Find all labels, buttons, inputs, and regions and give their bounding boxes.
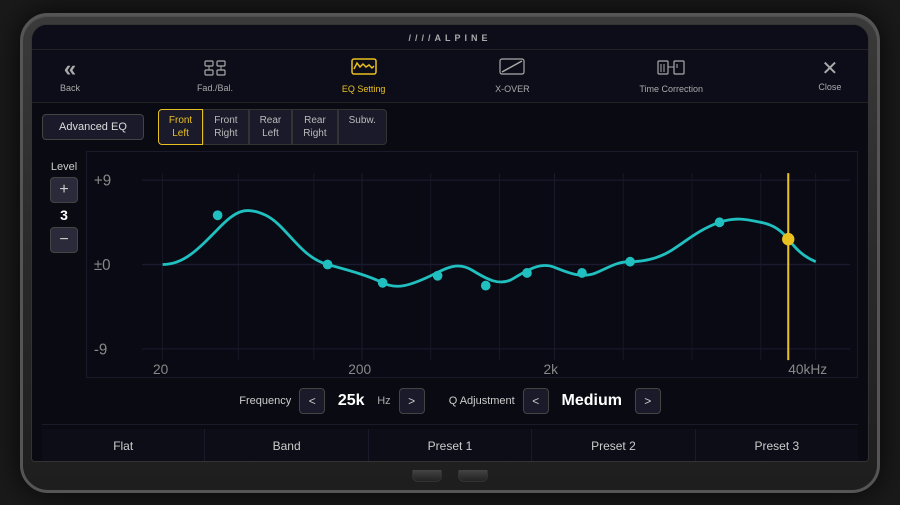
- channel-tab-rear-left[interactable]: RearLeft: [249, 109, 293, 145]
- q-value: Medium: [557, 392, 627, 410]
- nav-label-close: Close: [818, 82, 841, 92]
- svg-text:2k: 2k: [544, 361, 559, 377]
- nav-label-timecorrection: Time Correction: [639, 84, 703, 94]
- svg-text:40kHz: 40kHz: [788, 361, 827, 377]
- nav-label-back: Back: [60, 83, 80, 93]
- logo-bar: ////ALPINE: [32, 25, 868, 50]
- frequency-next-button[interactable]: >: [399, 388, 425, 414]
- level-control: Level + 3 −: [42, 151, 86, 378]
- frequency-label: Frequency: [239, 395, 291, 407]
- preset-1-button[interactable]: Preset 1: [369, 429, 532, 462]
- preset-3-button[interactable]: Preset 3: [696, 429, 858, 462]
- preset-band-button[interactable]: Band: [205, 429, 368, 462]
- nav-label-fadbal: Fad./Bal.: [197, 83, 233, 93]
- svg-text:±0: ±0: [94, 256, 111, 273]
- frequency-unit: Hz: [377, 395, 390, 407]
- nav-item-eq[interactable]: EQ Setting: [330, 54, 398, 98]
- svg-text:20: 20: [153, 361, 169, 377]
- device-foot-right: [458, 470, 488, 482]
- close-icon: ✕: [822, 59, 839, 79]
- q-adjustment-label: Q Adjustment: [449, 395, 515, 407]
- nav-item-fadbal[interactable]: Fad./Bal.: [185, 55, 245, 97]
- screen: ////ALPINE « Back Fad: [31, 24, 869, 462]
- q-prev-button[interactable]: <: [523, 388, 549, 414]
- level-plus-button[interactable]: +: [50, 177, 78, 203]
- nav-label-eq: EQ Setting: [342, 84, 386, 94]
- q-next-button[interactable]: >: [635, 388, 661, 414]
- preset-flat-button[interactable]: Flat: [42, 429, 205, 462]
- eq-icon: [351, 58, 377, 81]
- channel-row: Advanced EQ FrontLeft FrontRight RearLef…: [42, 109, 858, 145]
- eq-graph[interactable]: +9 ±0 -9: [86, 151, 858, 378]
- level-value: 3: [60, 207, 68, 223]
- device-bottom: [31, 462, 869, 490]
- main-content: Advanced EQ FrontLeft FrontRight RearLef…: [32, 103, 868, 462]
- frequency-prev-button[interactable]: <: [299, 388, 325, 414]
- eq-area: Level + 3 −: [42, 151, 858, 378]
- preset-2-button[interactable]: Preset 2: [532, 429, 695, 462]
- channel-tab-subw[interactable]: Subw.: [338, 109, 387, 145]
- xover-icon: [499, 58, 525, 81]
- svg-text:200: 200: [348, 361, 371, 377]
- freq-row: Frequency < 25k Hz > Q Adjustment < Medi…: [42, 384, 858, 418]
- svg-text:+9: +9: [94, 172, 111, 189]
- timecorrection-icon: [657, 58, 685, 81]
- nav-item-back[interactable]: « Back: [40, 54, 100, 97]
- fadbal-icon: [203, 59, 227, 80]
- device-frame: ////ALPINE « Back Fad: [20, 13, 880, 493]
- nav-row: « Back Fad./Bal.: [32, 50, 868, 103]
- level-minus-button[interactable]: −: [50, 227, 78, 253]
- nav-item-close[interactable]: ✕ Close: [800, 55, 860, 96]
- alpine-logo: ////ALPINE: [408, 33, 491, 43]
- channel-tabs: FrontLeft FrontRight RearLeft RearRight …: [158, 109, 387, 145]
- nav-item-xover[interactable]: X-OVER: [482, 54, 542, 98]
- svg-text:-9: -9: [94, 341, 107, 358]
- nav-item-timecorrection[interactable]: Time Correction: [627, 54, 715, 98]
- level-label: Level: [51, 161, 77, 173]
- channel-tab-front-left[interactable]: FrontLeft: [158, 109, 203, 145]
- device-foot-left: [412, 470, 442, 482]
- frequency-value: 25k: [333, 392, 369, 410]
- preset-row: Flat Band Preset 1 Preset 2 Preset 3: [42, 424, 858, 462]
- nav-label-xover: X-OVER: [495, 84, 530, 94]
- advanced-eq-button[interactable]: Advanced EQ: [42, 114, 144, 140]
- channel-tab-rear-right[interactable]: RearRight: [292, 109, 337, 145]
- back-icon: «: [64, 58, 76, 80]
- channel-tab-front-right[interactable]: FrontRight: [203, 109, 248, 145]
